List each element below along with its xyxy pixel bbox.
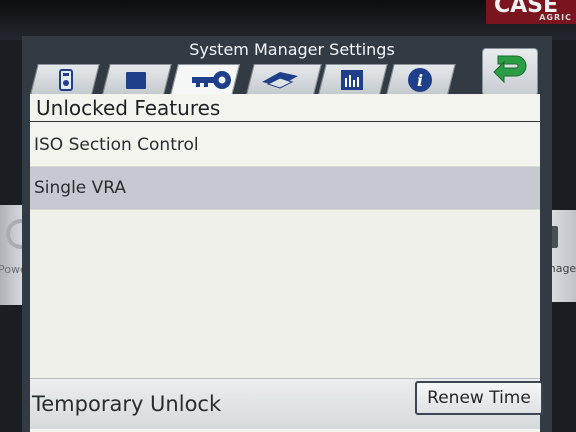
feature-label: ISO Section Control — [34, 135, 199, 155]
feature-list: ISO Section Control Single VRA — [30, 124, 540, 210]
content-panel: Unlocked Features ISO Section Control Si… — [30, 94, 543, 432]
feature-label: Single VRA — [34, 178, 127, 198]
bar-chart-icon — [338, 70, 366, 90]
info-icon: i — [406, 68, 434, 92]
settings-screen: System Manager Settings i Unlocked Featu… — [22, 36, 552, 432]
renew-time-button[interactable]: Renew Time — [415, 381, 543, 415]
list-item[interactable]: ISO Section Control — [30, 124, 540, 167]
implement-icon — [260, 70, 300, 90]
empty-list-area — [30, 210, 540, 378]
back-button[interactable] — [482, 48, 538, 96]
section-title: Unlocked Features — [30, 94, 540, 122]
folder-icon — [122, 70, 150, 90]
temporary-unlock-bar: Temporary Unlock Renew Time — [30, 378, 543, 429]
key-icon — [190, 70, 234, 90]
list-item[interactable]: Single VRA — [30, 167, 540, 210]
svg-text:i: i — [417, 71, 423, 90]
back-arrow-icon — [490, 52, 530, 92]
window-title: System Manager Settings — [189, 40, 395, 59]
brand-logo: CASE AGRIC — [486, 0, 576, 24]
device-icon — [52, 69, 80, 91]
temporary-unlock-label: Temporary Unlock — [32, 392, 222, 416]
